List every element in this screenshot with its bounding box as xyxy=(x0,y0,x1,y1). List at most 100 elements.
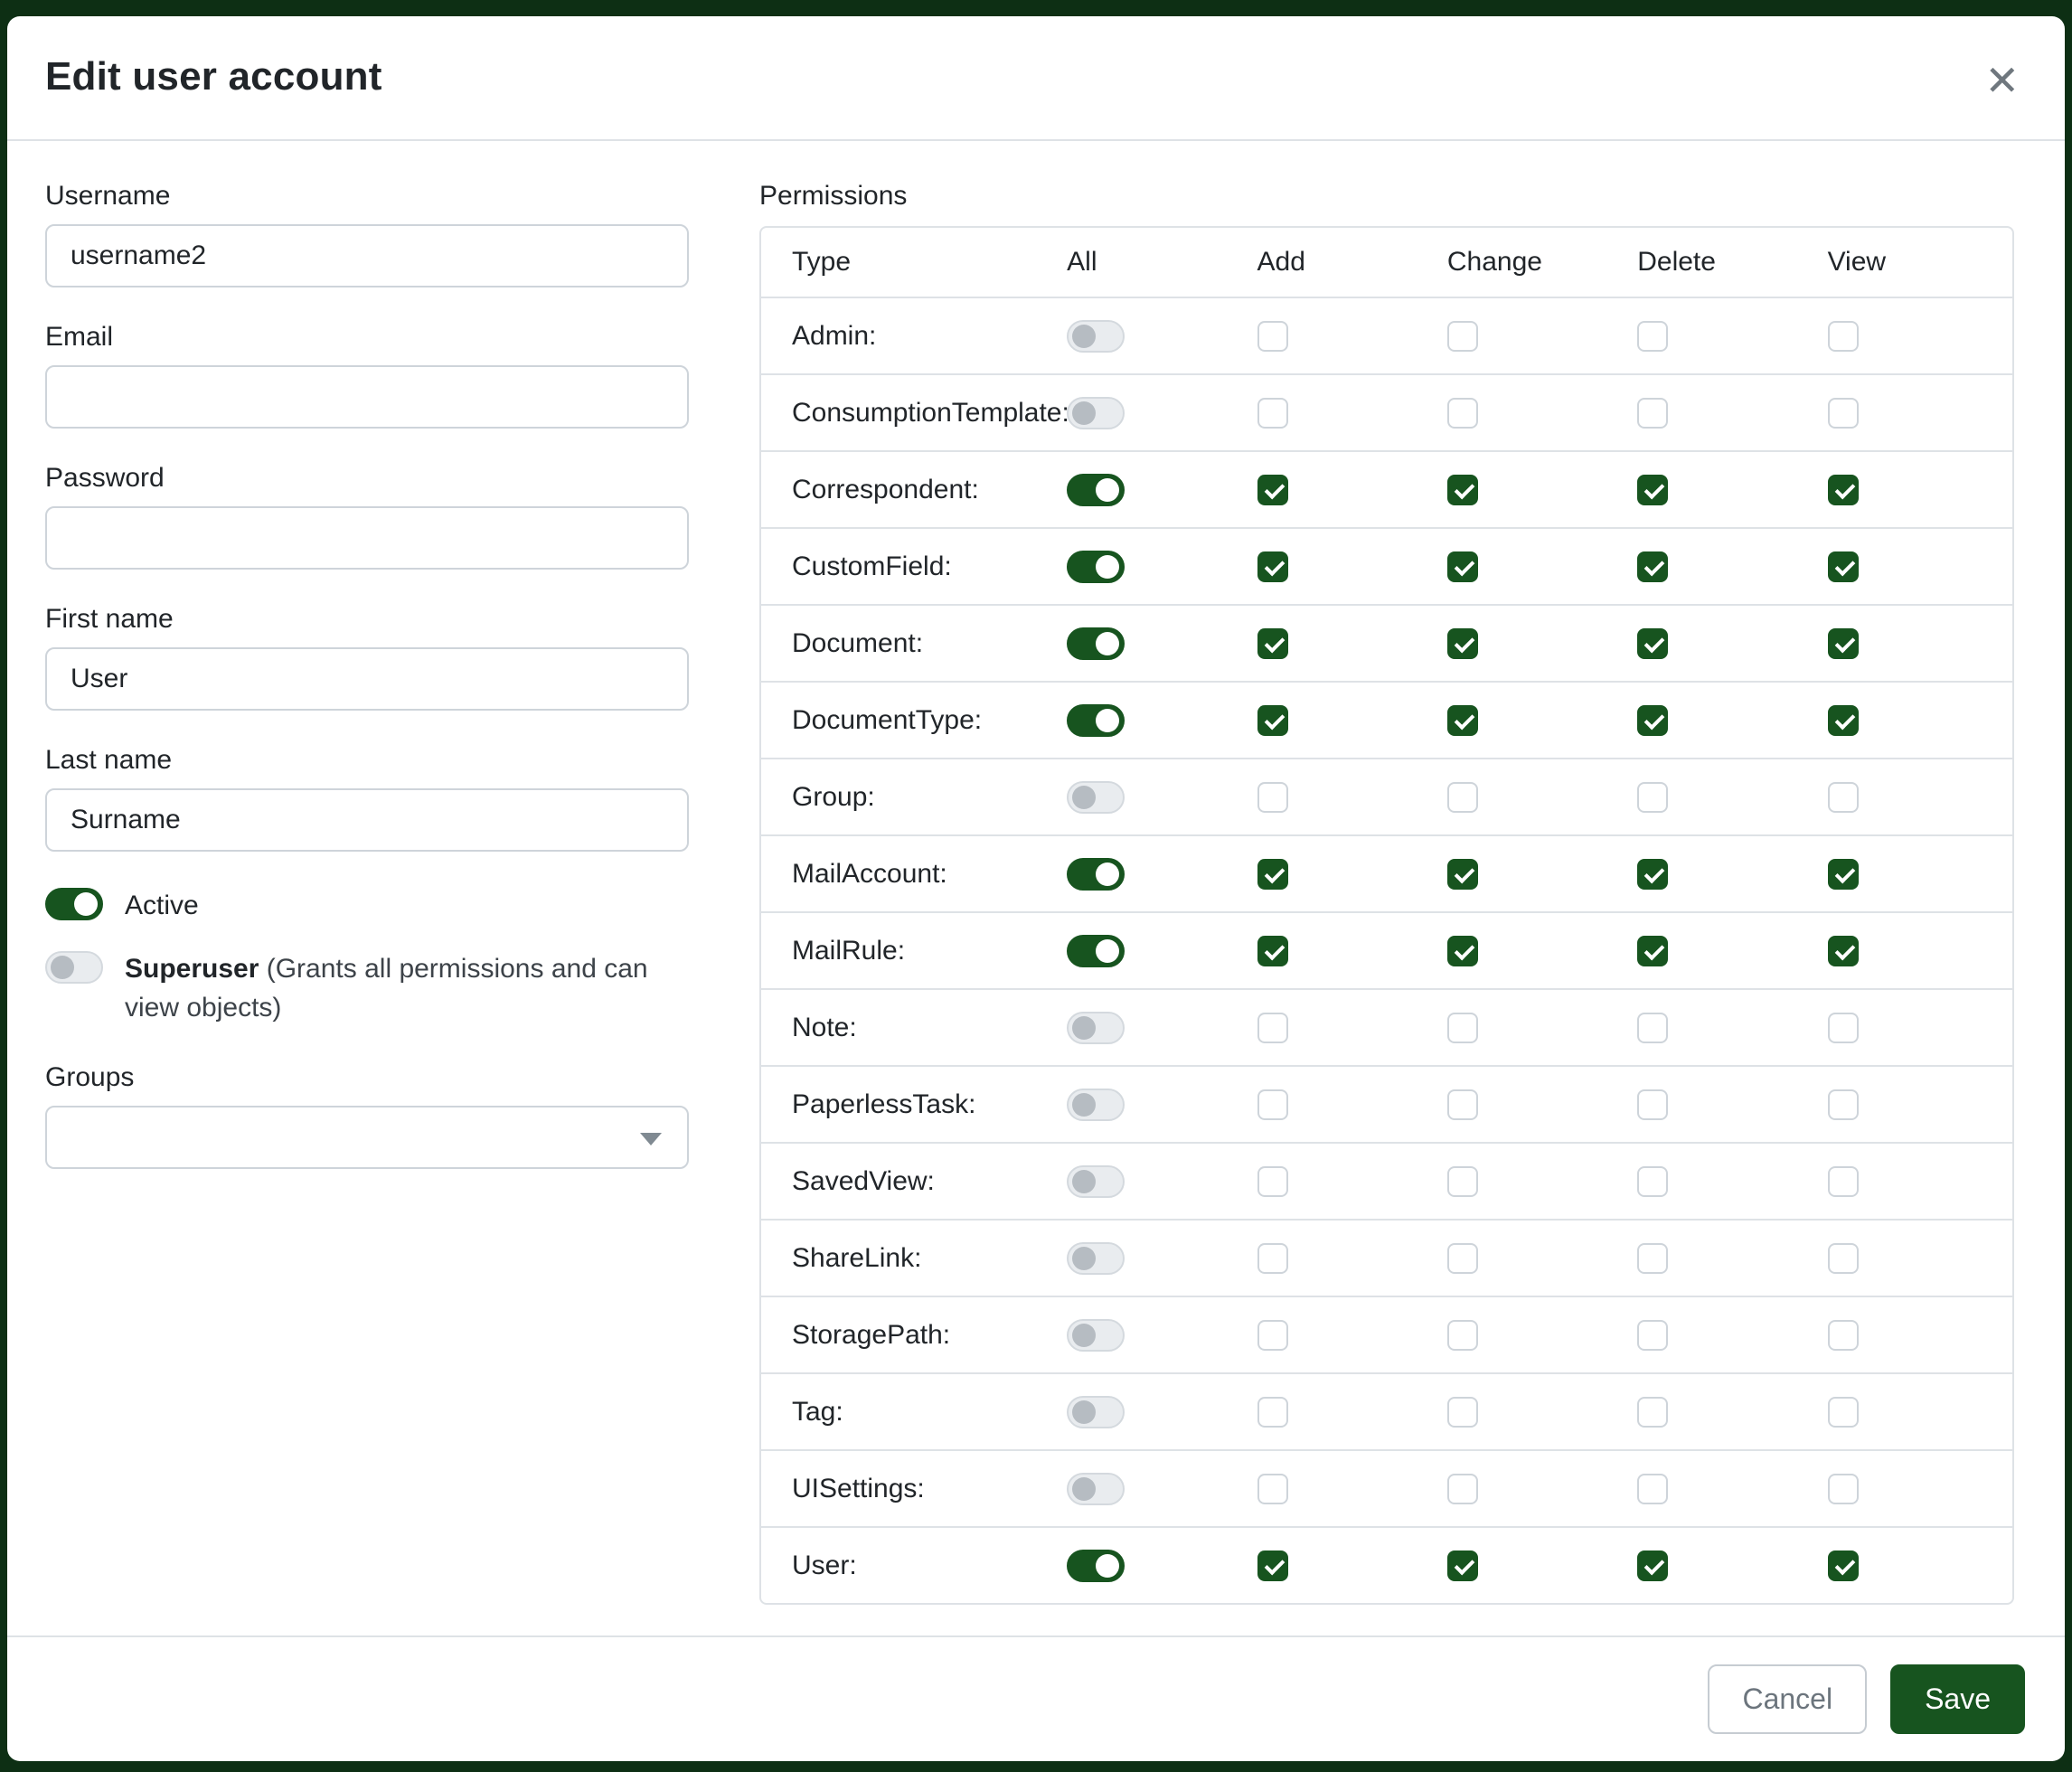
permission-add-checkbox[interactable] xyxy=(1257,859,1288,890)
username-input[interactable] xyxy=(45,224,689,287)
permission-all-toggle[interactable] xyxy=(1067,935,1125,967)
groups-select[interactable] xyxy=(45,1106,689,1169)
permission-change-checkbox[interactable] xyxy=(1447,1013,1478,1043)
permission-delete-checkbox[interactable] xyxy=(1637,1089,1668,1120)
permission-all-toggle[interactable] xyxy=(1067,1242,1125,1275)
permission-delete-checkbox[interactable] xyxy=(1637,936,1668,966)
permission-change-checkbox[interactable] xyxy=(1447,782,1478,813)
permission-delete-checkbox[interactable] xyxy=(1637,398,1668,429)
permission-view-checkbox[interactable] xyxy=(1828,475,1859,505)
permission-delete-checkbox[interactable] xyxy=(1637,475,1668,505)
permission-add-checkbox[interactable] xyxy=(1257,551,1288,582)
permission-delete-checkbox[interactable] xyxy=(1637,551,1668,582)
permission-change-checkbox[interactable] xyxy=(1447,551,1478,582)
permission-all-toggle[interactable] xyxy=(1067,1473,1125,1505)
permission-delete-checkbox[interactable] xyxy=(1637,859,1668,890)
permission-all-toggle[interactable] xyxy=(1067,781,1125,814)
permission-delete-checkbox[interactable] xyxy=(1637,782,1668,813)
permission-all-toggle[interactable] xyxy=(1067,858,1125,891)
permission-add-checkbox[interactable] xyxy=(1257,1474,1288,1504)
permission-add-checkbox[interactable] xyxy=(1257,1166,1288,1197)
first-name-input[interactable] xyxy=(45,647,689,711)
permission-add-checkbox[interactable] xyxy=(1257,705,1288,736)
permission-type-label: Tag: xyxy=(761,1397,1061,1428)
toggle-knob xyxy=(1072,1324,1096,1347)
permission-all-toggle[interactable] xyxy=(1067,320,1125,353)
permission-view-checkbox[interactable] xyxy=(1828,1013,1859,1043)
permission-all-toggle[interactable] xyxy=(1067,1089,1125,1121)
permission-change-checkbox[interactable] xyxy=(1447,1166,1478,1197)
permission-all-toggle[interactable] xyxy=(1067,397,1125,429)
permission-add-checkbox[interactable] xyxy=(1257,628,1288,659)
permission-all-toggle[interactable] xyxy=(1067,1550,1125,1582)
permission-view-checkbox[interactable] xyxy=(1828,859,1859,890)
permission-all-toggle[interactable] xyxy=(1067,1165,1125,1198)
permission-add-checkbox[interactable] xyxy=(1257,321,1288,352)
permission-change-checkbox[interactable] xyxy=(1447,1550,1478,1581)
permission-view-checkbox[interactable] xyxy=(1828,1397,1859,1428)
permission-all-toggle[interactable] xyxy=(1067,704,1125,737)
permission-delete-checkbox[interactable] xyxy=(1637,1474,1668,1504)
permission-change-checkbox[interactable] xyxy=(1447,936,1478,966)
permission-all-toggle[interactable] xyxy=(1067,551,1125,583)
permission-add-checkbox[interactable] xyxy=(1257,1243,1288,1274)
permission-delete-checkbox[interactable] xyxy=(1637,1166,1668,1197)
permission-all-toggle[interactable] xyxy=(1067,474,1125,506)
permission-delete-checkbox[interactable] xyxy=(1637,628,1668,659)
permission-change-checkbox[interactable] xyxy=(1447,859,1478,890)
permission-change-checkbox[interactable] xyxy=(1447,1397,1478,1428)
permission-delete-checkbox[interactable] xyxy=(1637,1550,1668,1581)
email-input[interactable] xyxy=(45,365,689,429)
permission-view-checkbox[interactable] xyxy=(1828,1089,1859,1120)
permission-delete-checkbox[interactable] xyxy=(1637,1320,1668,1351)
active-toggle[interactable] xyxy=(45,888,103,920)
permission-view-checkbox[interactable] xyxy=(1828,398,1859,429)
permission-all-toggle[interactable] xyxy=(1067,627,1125,660)
permission-view-checkbox[interactable] xyxy=(1828,628,1859,659)
last-name-input[interactable] xyxy=(45,788,689,852)
permission-add-checkbox[interactable] xyxy=(1257,782,1288,813)
permission-delete-checkbox[interactable] xyxy=(1637,1243,1668,1274)
permission-view-checkbox[interactable] xyxy=(1828,1320,1859,1351)
password-input[interactable] xyxy=(45,506,689,570)
permission-view-checkbox[interactable] xyxy=(1828,321,1859,352)
permission-view-checkbox[interactable] xyxy=(1828,551,1859,582)
permission-add-checkbox[interactable] xyxy=(1257,1320,1288,1351)
permission-delete-checkbox[interactable] xyxy=(1637,321,1668,352)
permission-change-checkbox[interactable] xyxy=(1447,1474,1478,1504)
permission-view-checkbox[interactable] xyxy=(1828,1243,1859,1274)
permission-change-checkbox[interactable] xyxy=(1447,1243,1478,1274)
permission-add-checkbox[interactable] xyxy=(1257,1397,1288,1428)
permission-delete-checkbox[interactable] xyxy=(1637,705,1668,736)
close-button[interactable]: ✕ xyxy=(1979,56,2025,105)
permission-add-checkbox[interactable] xyxy=(1257,1550,1288,1581)
permission-add-checkbox[interactable] xyxy=(1257,475,1288,505)
permission-view-checkbox[interactable] xyxy=(1828,1550,1859,1581)
permission-row: ConsumptionTemplate: xyxy=(761,373,2012,450)
permission-view-checkbox[interactable] xyxy=(1828,782,1859,813)
permission-add-checkbox[interactable] xyxy=(1257,936,1288,966)
permission-view-checkbox[interactable] xyxy=(1828,705,1859,736)
permission-change-checkbox[interactable] xyxy=(1447,1089,1478,1120)
permission-all-toggle[interactable] xyxy=(1067,1319,1125,1352)
cancel-button[interactable]: Cancel xyxy=(1708,1664,1867,1734)
permission-add-checkbox[interactable] xyxy=(1257,398,1288,429)
permission-view-checkbox[interactable] xyxy=(1828,936,1859,966)
permission-change-checkbox[interactable] xyxy=(1447,705,1478,736)
permission-delete-checkbox[interactable] xyxy=(1637,1397,1668,1428)
permission-all-toggle[interactable] xyxy=(1067,1012,1125,1044)
permission-type-label: MailAccount: xyxy=(761,859,1061,890)
permission-all-toggle[interactable] xyxy=(1067,1396,1125,1428)
permission-view-checkbox[interactable] xyxy=(1828,1166,1859,1197)
permission-view-checkbox[interactable] xyxy=(1828,1474,1859,1504)
permission-change-checkbox[interactable] xyxy=(1447,398,1478,429)
superuser-toggle[interactable] xyxy=(45,951,103,984)
save-button[interactable]: Save xyxy=(1890,1664,2025,1734)
permission-change-checkbox[interactable] xyxy=(1447,1320,1478,1351)
permission-add-checkbox[interactable] xyxy=(1257,1089,1288,1120)
permission-change-checkbox[interactable] xyxy=(1447,321,1478,352)
permission-delete-checkbox[interactable] xyxy=(1637,1013,1668,1043)
permission-add-checkbox[interactable] xyxy=(1257,1013,1288,1043)
permission-change-checkbox[interactable] xyxy=(1447,475,1478,505)
permission-change-checkbox[interactable] xyxy=(1447,628,1478,659)
